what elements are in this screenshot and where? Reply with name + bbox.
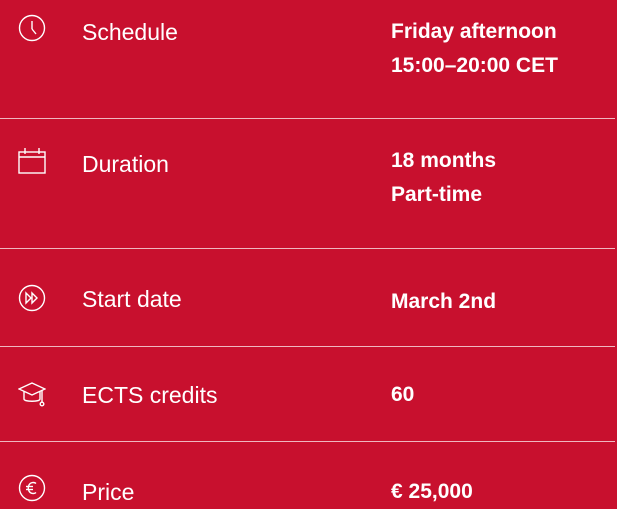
row-divider <box>0 248 615 249</box>
detail-label: Start date <box>82 286 182 312</box>
detail-label: Schedule <box>82 19 178 45</box>
row-divider <box>0 441 615 442</box>
fast-forward-icon <box>18 284 46 312</box>
detail-value-line: 18 months <box>391 149 497 172</box>
detail-value-line: 60 <box>391 383 415 406</box>
detail-label: Duration <box>82 151 169 177</box>
calendar-icon <box>18 147 46 175</box>
detail-value: March 2nd <box>391 285 496 319</box>
euro-icon <box>18 474 46 502</box>
detail-value: 18 months Part-time <box>391 144 496 212</box>
graduation-cap-icon <box>18 380 46 408</box>
detail-value: Friday afternoon 15:00–20:00 CET <box>391 15 558 83</box>
detail-value-line: 15:00–20:00 CET <box>391 54 558 77</box>
clock-icon <box>18 14 46 42</box>
row-divider <box>0 118 615 119</box>
detail-value-line: Friday afternoon <box>391 20 557 43</box>
detail-value-line: Part-time <box>391 183 483 206</box>
detail-label: Price <box>82 479 135 505</box>
program-details-panel: Schedule Friday afternoon 15:00–20:00 CE… <box>0 0 617 505</box>
row-divider <box>0 346 615 347</box>
detail-value: 60 <box>391 378 414 412</box>
detail-value-line: March 2nd <box>391 290 497 313</box>
detail-label: ECTS credits <box>82 382 218 408</box>
